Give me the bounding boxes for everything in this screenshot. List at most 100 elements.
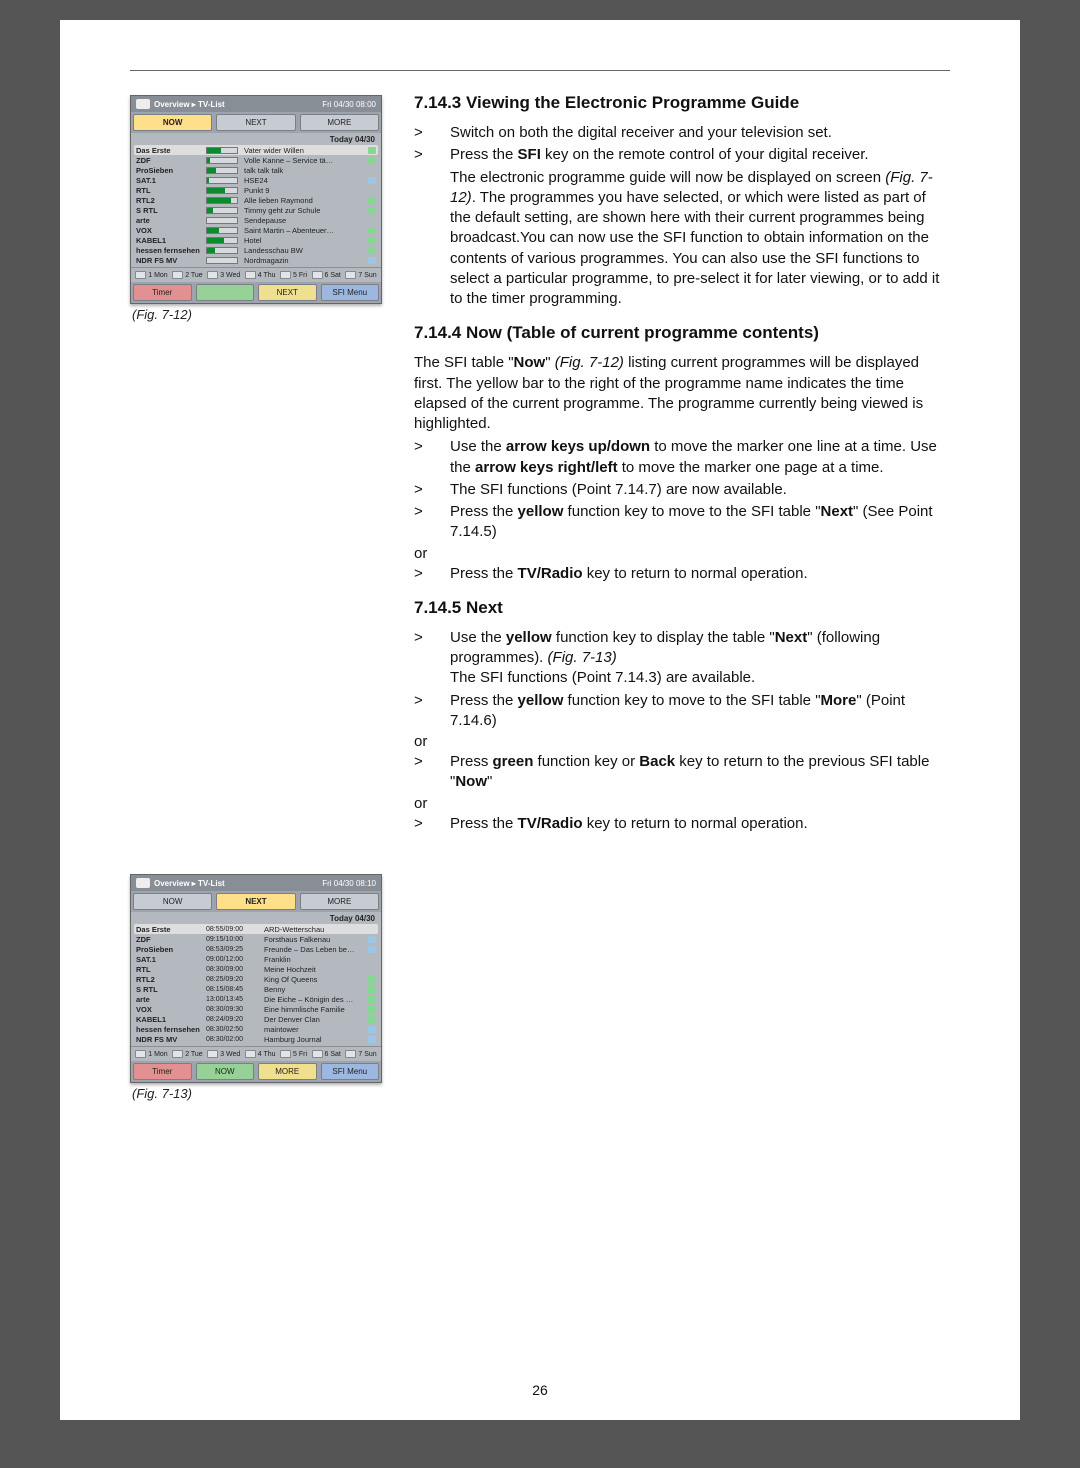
tv-channel-name: ZDF	[136, 935, 206, 944]
tv-genre-icon	[368, 976, 376, 983]
instruction-marker: >	[414, 123, 450, 143]
tv-programme-row: RTLPunkt 9	[134, 185, 378, 195]
instruction-text: Press the yellow function key to move to…	[450, 502, 950, 543]
instruction-text: Press the SFI key on the remote control …	[450, 145, 950, 165]
tv-programme-title: Timmy geht zur Schule	[244, 206, 366, 215]
tv-programme-title: Vater wider Willen	[244, 146, 366, 155]
instruction-item: > Press green function key or Back key t…	[414, 752, 950, 793]
tv-day-selector: 1 Mon2 Tue3 Wed4 Thu5 Fri6 Sat7 Sun	[131, 267, 381, 282]
tv-programme-row: SAT.1HSE24	[134, 175, 378, 185]
tv-date-label: Today 04/30	[131, 133, 381, 145]
tv-footer-tabs: Timer NEXTSFI Menu	[131, 282, 381, 303]
instruction-text: Use the yellow function key to display t…	[450, 628, 950, 689]
tv-day-item: 1 Mon	[135, 271, 167, 279]
instruction-text: The SFI functions (Point 7.14.7) are now…	[450, 480, 950, 500]
tv-tabs: NOWNEXTMORE	[131, 112, 381, 133]
sfi-logo-icon	[136, 99, 150, 109]
tv-programme-row: Das ErsteVater wider Willen	[134, 145, 378, 155]
tv-color-key: SFI Menu	[321, 284, 380, 301]
tv-tab: NOW	[133, 114, 212, 131]
tv-color-key: NOW	[196, 1063, 255, 1080]
instruction-marker: >	[414, 145, 450, 165]
tv-day-item: 5 Fri	[280, 1050, 307, 1058]
tv-day-item: 3 Wed	[207, 1050, 240, 1058]
tv-breadcrumb: Overview ▸ TV-List	[154, 879, 225, 888]
tv-channel-name: VOX	[136, 1005, 206, 1014]
tv-programme-time: 08:30/09:30	[206, 1006, 264, 1013]
tv-color-key	[196, 284, 255, 301]
tv-progress-bar	[206, 187, 238, 194]
tv-programme-title: ARD-Wetterschau	[264, 925, 376, 934]
tv-tab: NEXT	[216, 114, 295, 131]
tv-programme-row: arteSendepause	[134, 215, 378, 225]
tv-programme-title: Meine Hochzeit	[264, 965, 376, 974]
tv-channel-name: KABEL1	[136, 1015, 206, 1024]
tv-footer-tabs: TimerNOWMORESFI Menu	[131, 1061, 381, 1082]
tv-day-item: 3 Wed	[207, 271, 240, 279]
instruction-item: > Use the yellow function key to display…	[414, 628, 950, 689]
tv-color-key: NEXT	[258, 284, 317, 301]
instruction-text: Press the yellow function key to move to…	[450, 691, 950, 732]
tv-day-item: 2 Tue	[172, 1050, 203, 1058]
tv-header: Overview ▸ TV-List Fri 04/30 08:00	[131, 96, 381, 112]
instruction-item: > Press the SFI key on the remote contro…	[414, 145, 950, 165]
instruction-marker: >	[414, 564, 450, 584]
tv-programme-row: RTL2 Alle lieben Raymond	[134, 195, 378, 205]
tv-programme-row: hessen fernsehenLandesschau BW	[134, 245, 378, 255]
tv-color-key: SFI Menu	[321, 1063, 380, 1080]
tv-channel-name: hessen fernsehen	[136, 1025, 206, 1034]
or-separator: or	[414, 545, 950, 562]
tv-programme-list: Das ErsteVater wider WillenZDFVolle Kann…	[131, 145, 381, 267]
tv-tab: NOW	[133, 893, 212, 910]
tv-channel-name: SAT.1	[136, 176, 206, 185]
sfi-logo-icon	[136, 878, 150, 888]
tv-channel-name: RTL2	[136, 975, 206, 984]
tv-channel-name: hessen fernsehen	[136, 246, 206, 255]
tv-date-label: Today 04/30	[131, 912, 381, 924]
tv-color-key: Timer	[133, 284, 192, 301]
tv-genre-icon	[368, 946, 376, 953]
tv-programme-title: Franklin	[264, 955, 376, 964]
tv-programme-title: Volle Kanne – Service tä…	[244, 156, 366, 165]
tv-programme-title: Hamburg Journal	[264, 1035, 366, 1044]
tv-programme-time: 09:15/10:00	[206, 936, 264, 943]
paragraph: The electronic programme guide will now …	[414, 168, 950, 310]
tv-programme-row: KABEL108:24/09:20Der Denver Clan	[134, 1014, 378, 1024]
tv-programme-row: RTL208:25/09:20King Of Queens	[134, 974, 378, 984]
tv-progress-bar	[206, 257, 238, 264]
instruction-text: Switch on both the digital receiver and …	[450, 123, 950, 143]
tv-programme-row: VOX08:30/09:30Eine himmlische Familie	[134, 1004, 378, 1014]
instruction-marker: >	[414, 437, 450, 478]
figure-7-12-caption: (Fig. 7-12)	[132, 307, 390, 322]
figure-spacer	[130, 340, 390, 870]
tv-genre-icon	[368, 197, 376, 204]
instruction-item: > The SFI functions (Point 7.14.7) are n…	[414, 480, 950, 500]
tv-programme-time: 08:30/02:00	[206, 1036, 264, 1043]
tv-programme-time: 08:24/09:20	[206, 1016, 264, 1023]
two-column-layout: Overview ▸ TV-List Fri 04/30 08:00 NOWNE…	[130, 91, 950, 1119]
tv-channel-name: RTL	[136, 965, 206, 974]
tv-programme-title: Sendepause	[244, 216, 376, 225]
tv-progress-bar	[206, 207, 238, 214]
tv-datetime: Fri 04/30 08:10	[322, 879, 376, 888]
instruction-item: > Press the yellow function key to move …	[414, 502, 950, 543]
body-text: The electronic programme guide will now …	[450, 168, 950, 310]
tv-genre-icon	[368, 1036, 376, 1043]
tv-datetime: Fri 04/30 08:00	[322, 100, 376, 109]
tv-programme-title: Alle lieben Raymond	[244, 196, 366, 205]
tv-programme-time: 13:00/13:45	[206, 996, 264, 1003]
paragraph: The SFI table "Now" (Fig. 7-12) listing …	[414, 353, 950, 434]
tv-programme-row: hessen fernsehen08:30/02:50maintower	[134, 1024, 378, 1034]
tv-programme-row: ProSieben08:53/09:25Freunde – Das Leben …	[134, 944, 378, 954]
page-number: 26	[60, 1382, 1020, 1398]
tv-genre-icon	[368, 207, 376, 214]
instruction-item: > Switch on both the digital receiver an…	[414, 123, 950, 143]
tv-progress-bar	[206, 247, 238, 254]
tv-programme-title: talk talk talk	[244, 166, 376, 175]
tv-genre-icon	[368, 237, 376, 244]
instruction-item: > Use the arrow keys up/down to move the…	[414, 437, 950, 478]
tv-channel-name: ProSieben	[136, 166, 206, 175]
or-separator: or	[414, 733, 950, 750]
tv-channel-name: RTL2	[136, 196, 206, 205]
instruction-marker: >	[414, 752, 450, 793]
